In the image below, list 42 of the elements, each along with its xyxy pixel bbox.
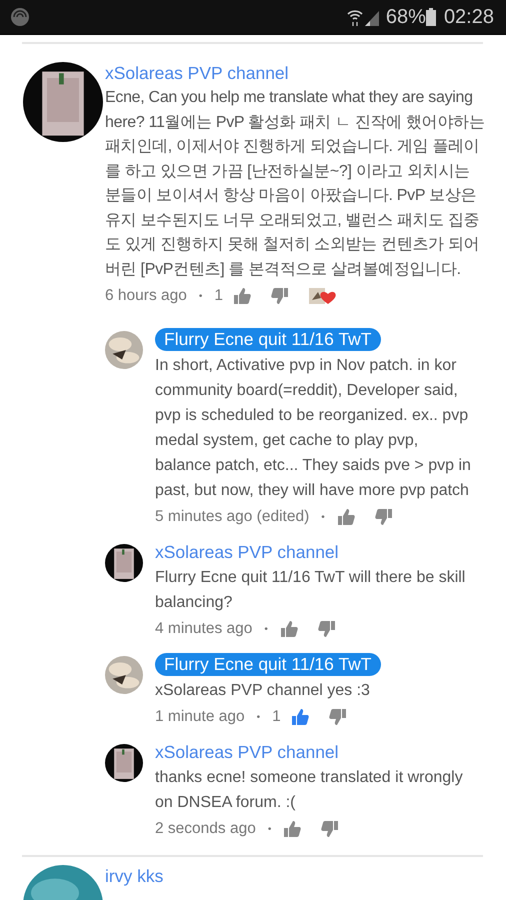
timestamp: 5 minutes ago (edited) (155, 508, 310, 526)
avatar[interactable] (105, 744, 143, 782)
thumbs-down-icon[interactable] (321, 820, 340, 838)
thumbs-up-icon[interactable] (290, 708, 309, 726)
separator-dot: • (321, 512, 325, 522)
separator-dot: • (198, 290, 202, 302)
avatar[interactable] (105, 544, 143, 582)
like-count: 1 (214, 287, 224, 305)
thumbs-up-icon[interactable] (336, 508, 355, 526)
timestamp: 4 minutes ago (155, 620, 252, 638)
author-name[interactable]: irvy kks (105, 865, 164, 887)
thumbs-down-icon[interactable] (328, 708, 347, 726)
comment-text: Ecne, Can you help me translate what they are saying here? 11월에는 PvP 활성화 패치 ㄴ 진작에 했어야하는 패치인데, 이제서야 진행하게 되었습니다. 게임 플레이를 하고 있으면 가끔 [난전하실분~?] 이라고 외치시는 분들이 보이셔서 항상 마음이 아팠습니다. PvP 보상은 유지 보수된지도 너무 오래되었고, 밸런스 패치도 집중도 있게 진행하지 못해 철저히 소외받는 컨텐츠가 되어버린 [PvP컨텐츠] 를 본격적으로 살려볼예정입니다. (105, 88, 486, 280)
thumbs-down-icon[interactable] (318, 620, 336, 638)
thumbs-down-icon[interactable] (374, 508, 393, 526)
timestamp: 2 seconds ago (155, 820, 256, 838)
comment-text: In short, Activative pvp in Nov patch. in kor community board(=reddit), Developer said, pvp is scheduled to be reorganized. ex.. pvp medal system, get cache to play pvp, balance patch, etc... They saids pve > pvp in past, but now, they will have more pvp patch (155, 356, 472, 501)
author-name[interactable]: xSolareas PVP channel (155, 741, 339, 763)
wifi-icon (346, 8, 363, 26)
creator-name-badge[interactable]: Flurry Ecne quit 11/16 TwT (155, 328, 380, 351)
author-name[interactable]: xSolareas PVP channel (155, 541, 339, 563)
timestamp: 6 hours ago (105, 287, 187, 305)
like-count: 1 (272, 708, 281, 726)
comment-text: xSolareas PVP channel yes :3 (155, 681, 371, 701)
separator-dot: • (264, 624, 268, 634)
thumbs-up-icon[interactable] (283, 820, 302, 838)
author-name[interactable]: xSolareas PVP channel (105, 62, 289, 84)
battery-percent: 68% (386, 6, 426, 28)
separator-dot: • (268, 824, 272, 834)
comment-text: thanks ecne! someone translated it wrongly on DNSEA forum. :( (155, 768, 464, 813)
avatar[interactable] (105, 656, 143, 694)
thumbs-up-icon[interactable] (280, 620, 298, 638)
battery-icon (426, 8, 436, 26)
thumbs-up-icon[interactable] (233, 287, 252, 305)
avatar[interactable] (105, 331, 143, 369)
comment-text: Flurry Ecne quit 11/16 TwT will there be skill balancing? (155, 568, 466, 613)
app-logo-icon (10, 7, 30, 27)
thumbs-down-icon[interactable] (271, 287, 290, 305)
clock-time: 02:28 (444, 6, 494, 28)
timestamp: 1 minute ago (155, 708, 245, 726)
creator-name-badge[interactable]: Flurry Ecne quit 11/16 TwT (155, 653, 380, 676)
separator-dot: • (256, 712, 260, 722)
